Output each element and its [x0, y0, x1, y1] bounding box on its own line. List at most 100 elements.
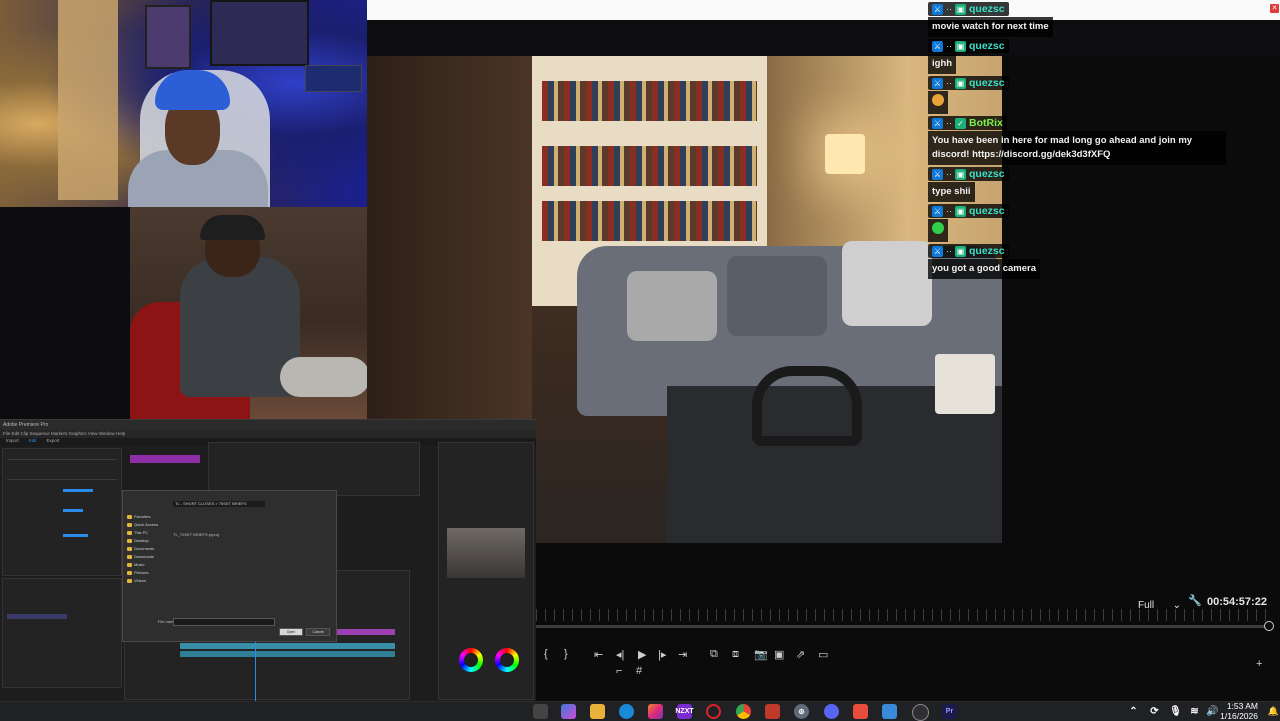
- chat-username[interactable]: quezsc: [969, 168, 1005, 180]
- folder-item[interactable]: Videos: [126, 577, 170, 585]
- step-back-icon[interactable]: ◂|: [616, 648, 624, 661]
- chat-message-text: type shii: [928, 182, 975, 202]
- folder-item[interactable]: Desktop: [126, 537, 170, 545]
- menu-bar[interactable]: File Edit Clip Sequence Markers Graphics…: [0, 430, 536, 438]
- subscriber-badge-icon: ▣: [955, 246, 966, 257]
- mug: [935, 354, 995, 414]
- chrome-icon[interactable]: [736, 704, 751, 719]
- effect-controls-panel[interactable]: [2, 448, 122, 576]
- moderator-badge-icon: ⚔: [932, 4, 943, 15]
- step-forward-icon[interactable]: |▸: [658, 648, 666, 661]
- settings-icon[interactable]: ⚙: [794, 704, 809, 719]
- pillow: [727, 256, 827, 336]
- tab-export[interactable]: Export: [47, 438, 60, 446]
- overwrite-icon[interactable]: ⧈: [732, 648, 739, 661]
- separator-icon: ··: [946, 206, 952, 216]
- folder-tree[interactable]: Favorites Quick Access This PC Desktop D…: [126, 513, 170, 585]
- open-button[interactable]: Open: [279, 628, 303, 636]
- notification-bell-icon[interactable]: 🔔: [1266, 704, 1280, 719]
- chat-message: ⚔··▣quezsctype shii: [928, 167, 1278, 202]
- folder-item[interactable]: Pictures: [126, 569, 170, 577]
- separator-icon: ··: [946, 169, 952, 179]
- separator-icon: ··: [946, 246, 952, 256]
- folder-item[interactable]: Music: [126, 561, 170, 569]
- chat-message: ⚔··▣quezsc: [928, 76, 1278, 114]
- sync-icon[interactable]: ⟳: [1147, 704, 1162, 719]
- subscriber-badge-icon: ▣: [955, 169, 966, 180]
- chevron-up-icon[interactable]: ⌃: [1126, 704, 1141, 719]
- timeline-ruler[interactable]: [536, 609, 1271, 621]
- folder-item[interactable]: Downloads: [126, 553, 170, 561]
- chat-username[interactable]: quezsc: [969, 40, 1005, 52]
- scrubber-handle[interactable]: [1264, 621, 1274, 631]
- subscriber-badge-icon: ▣: [955, 206, 966, 217]
- obs-icon[interactable]: [912, 704, 929, 721]
- highlight-tint-wheel[interactable]: [495, 648, 519, 672]
- insert-icon[interactable]: ⧉: [710, 648, 718, 661]
- app-icon[interactable]: [853, 704, 868, 719]
- go-to-in-icon[interactable]: ⇤: [594, 648, 603, 661]
- nzxt-icon[interactable]: NZXT: [677, 704, 692, 719]
- play-icon[interactable]: ▶: [638, 648, 646, 661]
- close-icon[interactable]: ✕: [1270, 4, 1279, 13]
- tab-import[interactable]: Import: [6, 438, 19, 446]
- open-project-dialog[interactable]: TL - SHORT CLOSES > 70SKT BRIEFS Favorit…: [122, 490, 337, 642]
- camera-icon[interactable]: 📷: [754, 648, 768, 661]
- path-bar[interactable]: TL - SHORT CLOSES > 70SKT BRIEFS: [173, 501, 265, 507]
- poster: [210, 0, 309, 66]
- trim-icon[interactable]: ⌐: [616, 665, 622, 677]
- instagram-icon[interactable]: [648, 704, 663, 719]
- chat-username[interactable]: BotRix: [969, 117, 1003, 129]
- photos-icon[interactable]: [882, 704, 897, 719]
- person-legs: [280, 357, 367, 397]
- copilot-icon[interactable]: [561, 704, 576, 719]
- shadow-tint-wheel[interactable]: [459, 648, 483, 672]
- premiere-pro-window: Adobe Premiere Pro File Edit Clip Sequen…: [0, 419, 536, 702]
- explorer-icon[interactable]: [590, 704, 605, 719]
- compare-icon[interactable]: ▣: [774, 648, 784, 661]
- chat-username[interactable]: quezsc: [969, 205, 1005, 217]
- audio-track-clip[interactable]: [180, 643, 395, 649]
- system-clock[interactable]: 1:53 AM 1/16/2026: [1220, 702, 1258, 721]
- microphone-icon[interactable]: 🎙: [1168, 704, 1183, 719]
- scrubber-bar[interactable]: [536, 625, 1268, 628]
- audio-track-clip[interactable]: [180, 651, 395, 657]
- edge-icon[interactable]: [619, 704, 634, 719]
- chat-username[interactable]: quezsc: [969, 3, 1005, 15]
- wrench-icon[interactable]: 🔧: [1188, 594, 1202, 607]
- cancel-button[interactable]: Cancel: [306, 628, 330, 636]
- premiere-icon[interactable]: Pr: [942, 704, 957, 719]
- project-panel[interactable]: [2, 578, 122, 688]
- safe-margins-icon[interactable]: ▭: [818, 648, 828, 661]
- volume-icon[interactable]: 🔊: [1205, 704, 1220, 719]
- subscriber-badge-icon: ▣: [955, 41, 966, 52]
- folder-item[interactable]: Favorites: [126, 513, 170, 521]
- chat-message-text: you got a good camera: [928, 259, 1040, 279]
- mark-in-icon[interactable]: {: [544, 648, 548, 660]
- tab-edit[interactable]: Edit: [29, 438, 37, 446]
- chat-message-header: ⚔··▣quezsc: [928, 39, 1009, 53]
- chat-username[interactable]: quezsc: [969, 245, 1005, 257]
- file-row[interactable]: TL_70SKT BRIEFS.prproj: [173, 532, 219, 537]
- mark-out-icon[interactable]: }: [564, 648, 568, 660]
- file-name-input[interactable]: [173, 618, 275, 626]
- chat-message: ⚔··▣quezsc: [928, 204, 1278, 242]
- wifi-icon[interactable]: ≋: [1187, 704, 1202, 719]
- file-icon[interactable]: [533, 704, 548, 719]
- export-frame-icon[interactable]: ⇗: [796, 648, 805, 661]
- grid-icon[interactable]: #: [636, 665, 642, 677]
- add-icon[interactable]: +: [1256, 658, 1262, 670]
- lumetri-color-panel[interactable]: [438, 442, 534, 700]
- opera-icon[interactable]: [706, 704, 721, 719]
- go-to-out-icon[interactable]: ⇥: [678, 648, 687, 661]
- folder-item[interactable]: Quick Access: [126, 521, 170, 529]
- discord-icon[interactable]: [824, 704, 839, 719]
- program-monitor[interactable]: [208, 442, 420, 496]
- source-clip[interactable]: [130, 455, 200, 463]
- floor-lamp: [825, 134, 865, 174]
- folder-item[interactable]: Documents: [126, 545, 170, 553]
- voicemeeter-icon[interactable]: [765, 704, 780, 719]
- chat-message-text: movie watch for next time: [928, 17, 1053, 37]
- folder-item[interactable]: This PC: [126, 529, 170, 537]
- chat-username[interactable]: quezsc: [969, 77, 1005, 89]
